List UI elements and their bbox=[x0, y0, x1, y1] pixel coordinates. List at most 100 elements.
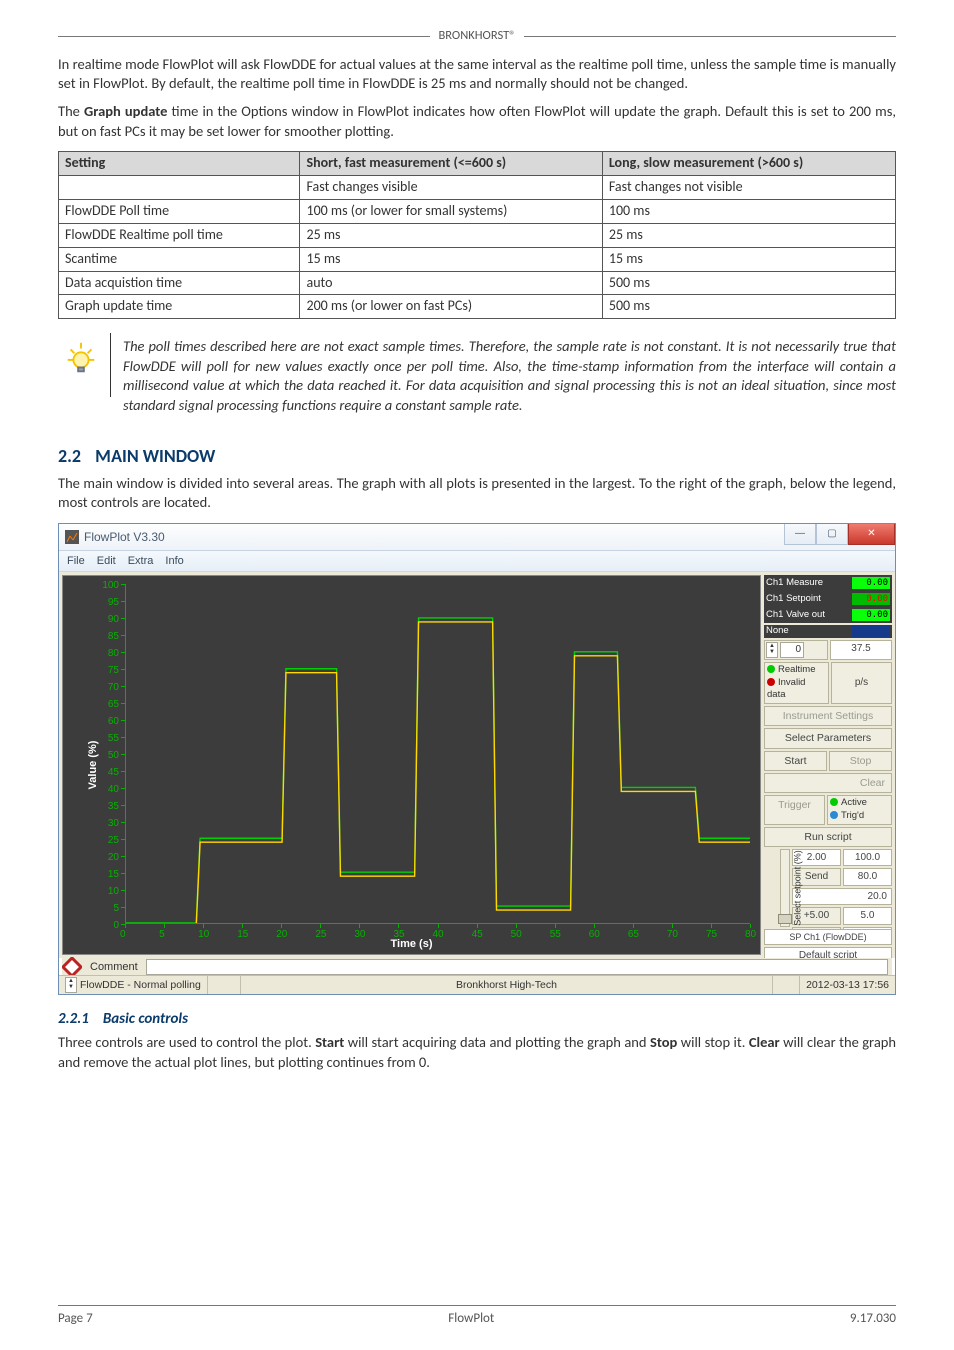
section-heading: 2.2MAIN WINDOW bbox=[58, 444, 896, 468]
table-row: Data acquistion timeauto500 ms bbox=[59, 271, 896, 295]
lightbulb-icon bbox=[58, 333, 111, 397]
x-tick: 80 bbox=[745, 928, 756, 942]
intro-paragraph: In realtime mode FlowPlot will ask FlowD… bbox=[58, 55, 896, 94]
plot-region[interactable] bbox=[125, 584, 750, 924]
footer-right: 9.17.030 bbox=[850, 1310, 896, 1328]
header-brand: BRONKHORST® bbox=[430, 28, 523, 45]
flowplot-window: FlowPlot V3.30 — ▢ ✕ File Edit Extra Inf… bbox=[58, 523, 896, 995]
x-tick: 65 bbox=[628, 928, 639, 942]
statusbar-datetime: 2012-03-13 17:56 bbox=[800, 976, 895, 994]
sp-val-5[interactable]: 5.0 bbox=[843, 907, 892, 925]
statusbar-vendor: Bronkhorst High-Tech bbox=[241, 976, 773, 994]
table-row: Fast changes visibleFast changes not vis… bbox=[59, 176, 896, 200]
y-tick: 30 bbox=[108, 817, 119, 831]
x-tick: 70 bbox=[667, 928, 678, 942]
y-tick: 10 bbox=[108, 885, 119, 899]
y-tick: 95 bbox=[108, 596, 119, 610]
table-row: FlowDDE Realtime poll time25 ms25 ms bbox=[59, 223, 896, 247]
section-body: The main window is divided into several … bbox=[58, 474, 896, 513]
invalid-led-icon bbox=[767, 678, 775, 686]
menu-bar[interactable]: File Edit Extra Info bbox=[59, 551, 895, 572]
start-button[interactable]: Start bbox=[764, 751, 827, 771]
x-tick: 45 bbox=[472, 928, 483, 942]
x-tick: 30 bbox=[354, 928, 365, 942]
y-tick: 5 bbox=[113, 902, 119, 916]
close-icon[interactable]: ✕ bbox=[848, 524, 895, 545]
minimize-icon[interactable]: — bbox=[784, 524, 816, 545]
y-tick: 45 bbox=[108, 766, 119, 780]
y-tick: 85 bbox=[108, 630, 119, 644]
window-titlebar[interactable]: FlowPlot V3.30 — ▢ ✕ bbox=[59, 524, 895, 551]
x-tick: 15 bbox=[237, 928, 248, 942]
menu-edit[interactable]: Edit bbox=[97, 554, 116, 569]
menu-extra[interactable]: Extra bbox=[128, 554, 154, 569]
y-tick: 75 bbox=[108, 664, 119, 678]
reading-value: 37.5 bbox=[830, 640, 892, 660]
y-tick: 90 bbox=[108, 613, 119, 627]
y-tick: 35 bbox=[108, 800, 119, 814]
sp-val-20[interactable]: 20.0 bbox=[792, 888, 892, 906]
select-parameters-button[interactable]: Select Parameters bbox=[764, 728, 892, 748]
y-tick: 0 bbox=[113, 919, 119, 933]
spinner-value[interactable]: 0 bbox=[780, 642, 804, 658]
th-setting: Setting bbox=[59, 152, 300, 176]
subsection-heading: 2.2.1Basic controls bbox=[58, 1009, 896, 1029]
y-tick: 80 bbox=[108, 647, 119, 661]
maximize-icon[interactable]: ▢ bbox=[816, 524, 848, 545]
y-tick: 70 bbox=[108, 681, 119, 695]
window-title: FlowPlot V3.30 bbox=[84, 529, 165, 545]
table-row: Graph update time200 ms (or lower on fas… bbox=[59, 295, 896, 319]
note-block: The poll times described here are not ex… bbox=[58, 333, 896, 419]
x-tick: 75 bbox=[706, 928, 717, 942]
x-tick: 5 bbox=[159, 928, 165, 942]
clear-button[interactable]: Clear bbox=[764, 773, 892, 793]
instrument-settings-button[interactable]: Instrument Settings bbox=[764, 706, 892, 726]
menu-file[interactable]: File bbox=[67, 554, 85, 569]
footer-page: Page 7 bbox=[58, 1310, 93, 1328]
statusbar-polling: FlowDDE - Normal polling bbox=[80, 978, 201, 992]
th-short: Short, fast measurement (<=600 s) bbox=[300, 152, 602, 176]
x-tick: 35 bbox=[393, 928, 404, 942]
unit-label: p/s bbox=[831, 662, 892, 704]
chart-area[interactable]: Value (%) Time (s) 100959085807570656055… bbox=[62, 575, 761, 955]
x-tick: 60 bbox=[589, 928, 600, 942]
x-tick: 55 bbox=[550, 928, 561, 942]
trigd-led-icon bbox=[830, 811, 838, 819]
menu-info[interactable]: Info bbox=[165, 554, 183, 569]
sp-val-80[interactable]: 80.0 bbox=[843, 868, 892, 886]
none-row: None bbox=[764, 625, 892, 638]
setpoint-slider[interactable] bbox=[780, 849, 790, 927]
measure-row: Ch1 Setpoint0.00 bbox=[764, 591, 892, 607]
table-row: FlowDDE Poll time100 ms (or lower for sm… bbox=[59, 199, 896, 223]
comment-bar: Comment bbox=[62, 958, 892, 976]
subsection-body: Three controls are used to control the p… bbox=[58, 1033, 896, 1072]
diamond-icon bbox=[62, 957, 82, 977]
comment-input[interactable] bbox=[146, 959, 888, 975]
spinner-icon[interactable]: ▲▼ bbox=[766, 642, 778, 658]
x-tick: 20 bbox=[276, 928, 287, 942]
sp-ch1-label: SP Ch1 (FlowDDE) bbox=[764, 929, 892, 945]
x-tick: 25 bbox=[315, 928, 326, 942]
y-tick: 25 bbox=[108, 834, 119, 848]
table-row: Scantime15 ms15 ms bbox=[59, 247, 896, 271]
x-tick: 50 bbox=[511, 928, 522, 942]
trigger-button[interactable]: Trigger bbox=[764, 795, 825, 825]
x-tick: 0 bbox=[120, 928, 126, 942]
y-tick: 20 bbox=[108, 851, 119, 865]
sp-val-100[interactable]: 100.0 bbox=[843, 849, 892, 867]
run-script-button[interactable]: Run script bbox=[764, 827, 892, 847]
right-panel: Ch1 Measure0.00Ch1 Setpoint0.00Ch1 Valve… bbox=[764, 575, 892, 955]
stop-button[interactable]: Stop bbox=[829, 751, 892, 771]
window-statusbar: ▲▼ FlowDDE - Normal polling Bronkhorst H… bbox=[59, 975, 895, 994]
y-axis-label: Value (%) bbox=[86, 741, 101, 790]
statusbar-spinner-icon[interactable]: ▲▼ bbox=[65, 977, 77, 993]
page-footer: Page 7 FlowPlot 9.17.030 bbox=[58, 1305, 896, 1328]
realtime-led-icon bbox=[767, 665, 775, 673]
graph-update-paragraph: The Graph update time in the Options win… bbox=[58, 102, 896, 141]
y-tick: 50 bbox=[108, 749, 119, 763]
comment-label: Comment bbox=[90, 960, 138, 975]
y-tick: 55 bbox=[108, 732, 119, 746]
x-tick: 10 bbox=[198, 928, 209, 942]
y-tick: 60 bbox=[108, 715, 119, 729]
note-text: The poll times described here are not ex… bbox=[111, 333, 896, 419]
